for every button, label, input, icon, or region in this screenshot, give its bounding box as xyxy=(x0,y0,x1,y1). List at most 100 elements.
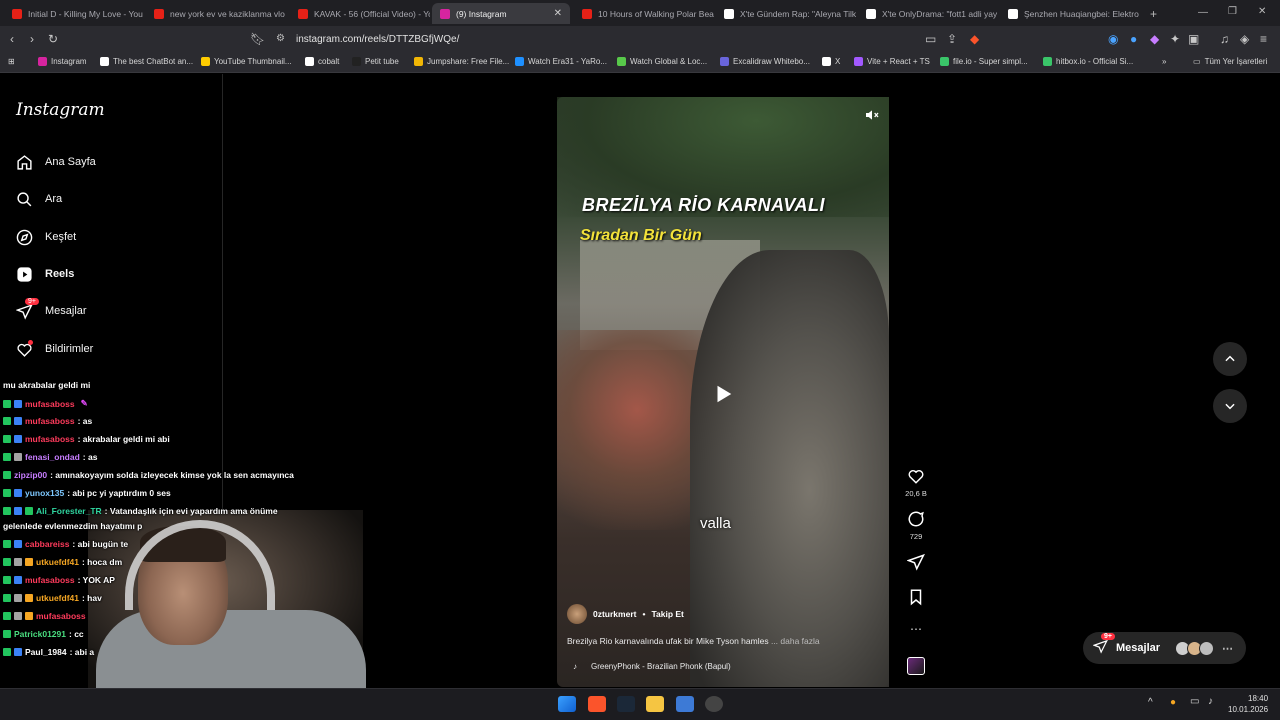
tab-item[interactable]: KAVAK - 56 (Official Video) - Yo xyxy=(290,3,430,24)
microphone-icon[interactable]: ● xyxy=(1170,697,1176,708)
heart-icon xyxy=(15,340,33,358)
author-name[interactable]: 0zturkmert xyxy=(593,609,636,619)
tab-item[interactable]: Şenzhen Huaqiangbei: Elektro xyxy=(1000,3,1140,24)
site-settings-icon[interactable]: ⚙ xyxy=(276,33,285,44)
close-window-icon[interactable]: ✕ xyxy=(1258,6,1266,17)
tray-overflow-icon[interactable]: ^ xyxy=(1148,697,1153,708)
x-icon xyxy=(866,8,876,19)
kick-badge-icon xyxy=(3,558,11,566)
reel-music[interactable]: ♪ GreenyPhonk - Brazilian Phonk (Bapul) xyxy=(573,662,731,671)
bookmark-item[interactable]: Watch Global & Loc... xyxy=(617,57,707,66)
windows-start-icon[interactable] xyxy=(558,696,576,712)
bookmark-item[interactable]: Petit tube xyxy=(352,57,399,66)
extension-icon[interactable]: ◉ xyxy=(1108,32,1118,46)
network-icon[interactable]: ▭ xyxy=(1190,696,1199,707)
settings-icon[interactable] xyxy=(705,696,723,712)
all-bookmarks[interactable]: ▭ Tüm Yer İşaretleri xyxy=(1193,57,1267,66)
wallet-icon[interactable]: ◈ xyxy=(1240,32,1249,46)
sidebar-item-explore[interactable]: Keşfet xyxy=(15,228,76,246)
instagram-logo[interactable]: Instagram xyxy=(16,100,105,120)
taskbar-clock[interactable]: 18:40 10.01.2026 xyxy=(1228,693,1268,715)
menu-icon[interactable]: ≡ xyxy=(1260,32,1267,46)
sub-badge-icon xyxy=(14,612,22,620)
sub-badge-icon xyxy=(25,507,33,515)
tab-item-active[interactable]: (9) Instagram ✕ xyxy=(432,3,570,24)
bookmark-item[interactable]: Watch Era31 - YaRo... xyxy=(515,57,607,66)
bookmark-item[interactable]: YouTube Thumbnail... xyxy=(201,57,292,66)
video-scene-man xyxy=(690,250,889,687)
sidebar-item-reels[interactable]: Reels xyxy=(15,265,74,283)
more-bookmarks-icon[interactable]: » xyxy=(1162,57,1166,66)
brave-icon[interactable] xyxy=(588,696,606,712)
sidebar-toggle-icon[interactable]: ▣ xyxy=(1188,32,1199,46)
next-reel-button[interactable] xyxy=(1213,389,1247,423)
bookmark-item[interactable]: Vite + React + TS xyxy=(854,57,930,66)
save-button[interactable] xyxy=(904,588,928,610)
tab-item[interactable]: new york ev ve kaziklanma vlo xyxy=(146,3,286,24)
extensions-icon[interactable]: ✦ xyxy=(1170,32,1180,46)
url-text[interactable]: instagram.com/reels/DTTZBGfjWQe/ xyxy=(296,34,459,45)
sidebar-item-search[interactable]: Ara xyxy=(15,190,62,208)
kick-badge-icon xyxy=(3,417,11,425)
share-button[interactable] xyxy=(904,553,928,575)
bookmark-item[interactable]: Jumpshare: Free File... xyxy=(414,57,509,66)
music-icon[interactable]: ♫ xyxy=(1220,32,1229,46)
sidebar-item-notifications[interactable]: Bildirimler xyxy=(15,340,93,358)
volume-icon[interactable]: ♪ xyxy=(1208,696,1213,707)
cast-icon[interactable]: ▭ xyxy=(925,32,936,46)
apps-icon[interactable]: ⊞ xyxy=(8,57,15,66)
more-options-icon[interactable]: ⋯ xyxy=(904,622,928,636)
share-icon[interactable]: ⇪ xyxy=(947,32,957,46)
tab-item[interactable]: Initial D - Killing My Love - You xyxy=(4,3,144,24)
more-link[interactable]: ... daha fazla xyxy=(771,636,820,646)
bookmark-item[interactable]: X xyxy=(822,57,840,66)
messages-pill[interactable]: 9+ Mesajlar ⋯ xyxy=(1083,632,1246,664)
back-icon[interactable]: ‹ xyxy=(10,32,14,46)
comment-button[interactable]: 729 xyxy=(904,510,928,541)
hitbox-icon xyxy=(1043,57,1052,66)
jumpshare-icon xyxy=(414,57,423,66)
bookmark-item[interactable]: Instagram xyxy=(38,57,87,66)
avatar[interactable] xyxy=(567,604,587,624)
bookmark-item[interactable]: The best ChatBot an... xyxy=(100,57,193,66)
address-bar[interactable]: ⚙ instagram.com/reels/DTTZBGfjWQe/ xyxy=(270,29,990,50)
extension-icon[interactable]: ● xyxy=(1130,32,1137,46)
steam-icon[interactable] xyxy=(617,696,635,712)
close-icon[interactable]: ✕ xyxy=(554,8,562,19)
bookmark-item[interactable]: hitbox.io - Official Si... xyxy=(1043,57,1133,66)
previous-reel-button[interactable] xyxy=(1213,342,1247,376)
brave-shield-icon[interactable]: ◆ xyxy=(970,32,979,46)
file-explorer-icon[interactable] xyxy=(646,696,664,712)
youtube-icon xyxy=(154,8,164,19)
music-note-icon: ♪ xyxy=(573,662,577,671)
sidebar-item-home[interactable]: Ana Sayfa xyxy=(15,153,96,171)
new-tab-button[interactable]: + xyxy=(1142,3,1162,24)
bookmark-icon[interactable]: 🔖︎ xyxy=(250,32,265,46)
bookmark-item[interactable]: cobalt xyxy=(305,57,339,66)
tab-item[interactable]: 10 Hours of Walking Polar Bea xyxy=(574,3,714,24)
browser-toolbar: ‹ › ↻ 🔖︎ ⚙ instagram.com/reels/DTTZBGfjW… xyxy=(0,26,1280,53)
maximize-icon[interactable]: ❐ xyxy=(1228,6,1237,17)
reload-icon[interactable]: ↻ xyxy=(48,32,58,46)
audio-thumbnail[interactable] xyxy=(907,657,925,675)
instagram-icon xyxy=(38,57,47,66)
tab-item[interactable]: X'te Gündem Rap: "Aleyna Tilk xyxy=(716,3,856,24)
minimize-icon[interactable]: — xyxy=(1198,7,1208,18)
bookmark-item[interactable]: Excalidraw Whitebo... xyxy=(720,57,810,66)
app-icon[interactable] xyxy=(676,696,694,712)
mute-icon[interactable] xyxy=(864,107,880,123)
kick-badge-icon xyxy=(3,435,11,443)
forward-icon[interactable]: › xyxy=(30,32,34,46)
notification-dot xyxy=(28,340,33,345)
follow-button[interactable]: Takip Et xyxy=(651,609,683,619)
play-icon[interactable] xyxy=(712,383,734,405)
sidebar-item-messages[interactable]: 9+ Mesajlar xyxy=(15,298,87,320)
messenger-icon: 9+ xyxy=(1092,633,1115,657)
messages-badge: 9+ xyxy=(1101,633,1115,640)
extension-icon[interactable]: ◆ xyxy=(1150,32,1159,46)
like-button[interactable]: 20,6 B xyxy=(904,467,928,498)
tab-item[interactable]: X'te OnlyDrama: "fott1 adli yay xyxy=(858,3,998,24)
bookmark-item[interactable]: file.io - Super simpl... xyxy=(940,57,1028,66)
chevron-down-icon xyxy=(1225,403,1235,410)
messages-badge: 9+ xyxy=(25,298,39,305)
